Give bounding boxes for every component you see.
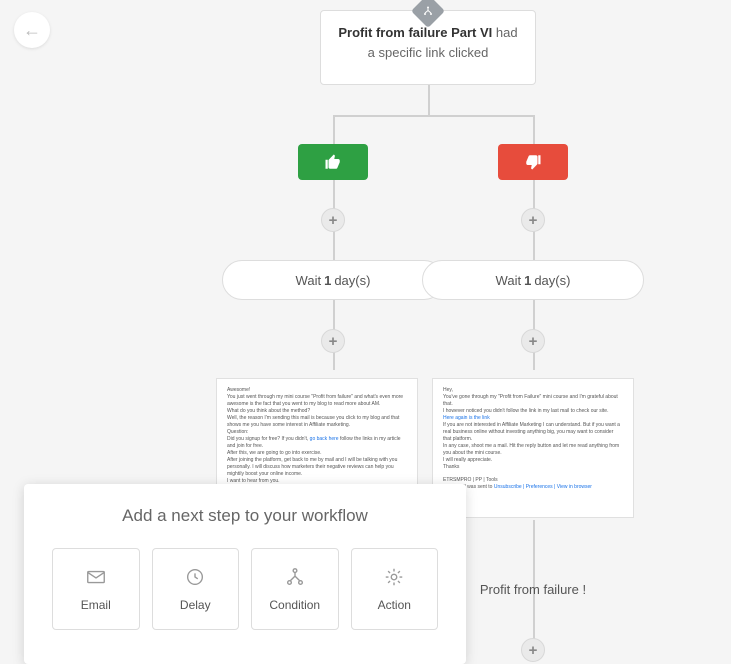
add-step-button[interactable]: +: [521, 329, 545, 353]
option-delay[interactable]: Delay: [152, 548, 240, 630]
add-step-modal: Add a next step to your workflow Email D…: [24, 484, 466, 664]
wait-node[interactable]: Wait1day(s): [222, 260, 444, 300]
thumbs-up-icon: [324, 153, 342, 171]
add-step-button[interactable]: +: [521, 208, 545, 232]
clock-icon: [184, 566, 206, 588]
add-step-button[interactable]: +: [321, 329, 345, 353]
trigger-title: Profit from failure Part VI: [338, 25, 492, 40]
no-badge[interactable]: [498, 144, 568, 180]
option-email[interactable]: Email: [52, 548, 140, 630]
option-condition[interactable]: Condition: [251, 548, 339, 630]
branch-icon: [411, 0, 445, 28]
thumbs-down-icon: [524, 153, 542, 171]
modal-title: Add a next step to your workflow: [52, 506, 438, 526]
condition-icon: [284, 566, 306, 588]
wait-node[interactable]: Wait1day(s): [422, 260, 644, 300]
add-step-button[interactable]: +: [521, 638, 545, 662]
yes-badge[interactable]: [298, 144, 368, 180]
trigger-node[interactable]: Profit from failure Part VI had a specif…: [320, 10, 536, 85]
option-action[interactable]: Action: [351, 548, 439, 630]
back-button[interactable]: ←: [14, 12, 50, 48]
gear-icon: [383, 566, 405, 588]
add-step-button[interactable]: +: [321, 208, 345, 232]
email-icon: [85, 566, 107, 588]
